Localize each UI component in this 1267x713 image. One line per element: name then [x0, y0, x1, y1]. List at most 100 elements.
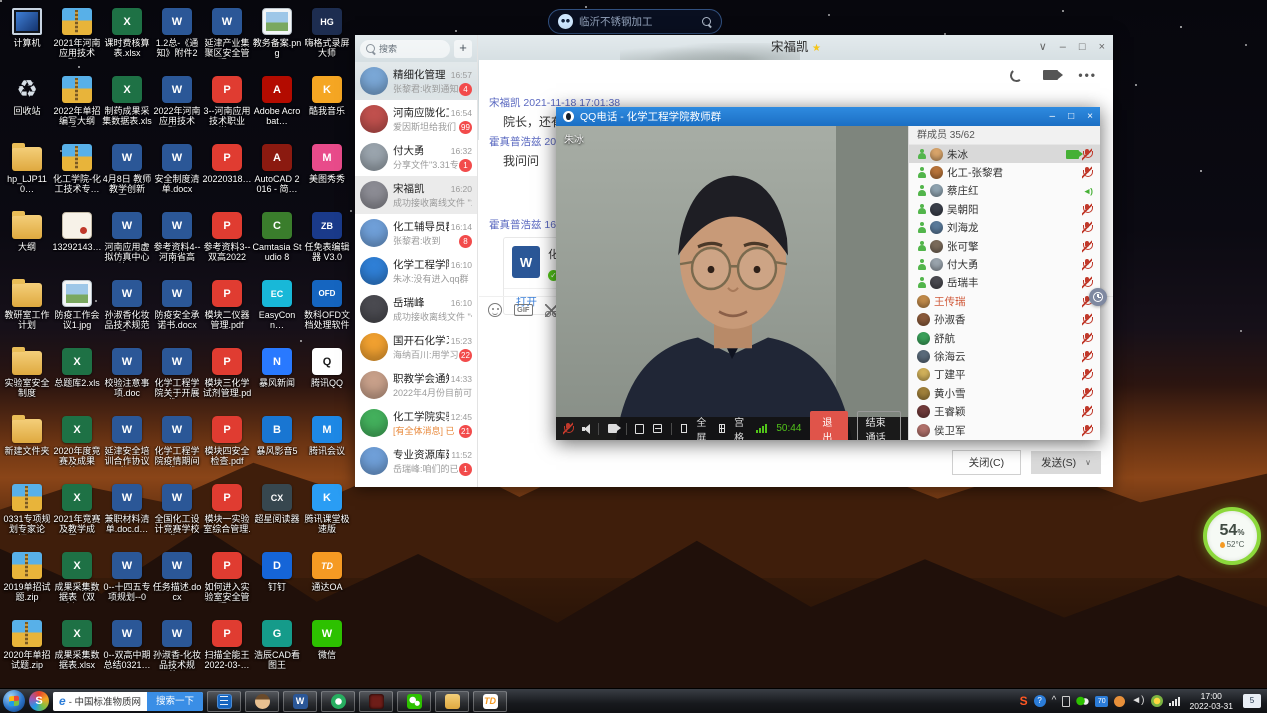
desktop-icon[interactable]: 计算机 — [2, 4, 52, 72]
desktop-icon[interactable]: hp_LJP110… — [2, 140, 52, 208]
desktop-icon[interactable]: 0331专项规划专家论证… — [2, 480, 52, 548]
desktop-icon[interactable]: B暴风影音5 — [252, 412, 302, 480]
taskbar-explorer-app[interactable] — [435, 691, 469, 712]
end-call-button[interactable]: 结束通话 — [857, 411, 901, 441]
desktop-icon[interactable]: X制药成果采集数据表.xlsx — [102, 72, 152, 140]
desktop-icon[interactable]: 2021年河南应用技术职… — [52, 4, 102, 72]
chat-list-item[interactable]: 宋福凯16:20成功接收离线文件 "1 — [355, 176, 477, 214]
member-row[interactable]: 舒航 — [909, 329, 1100, 347]
maximize-icon[interactable]: □ — [1079, 42, 1086, 53]
notification-badge[interactable]: 5 — [1243, 694, 1261, 708]
desktop-icon[interactable]: W孙淑香化妆品技术规范委… — [102, 276, 152, 344]
desktop-icon[interactable]: 2019单招试题.zip — [2, 548, 52, 616]
desktop-search-query[interactable]: 临沂不锈钢加工 — [579, 14, 696, 29]
desktop-icon[interactable]: P参考资料3--双高20220… — [202, 208, 252, 276]
green-status-tray-icon[interactable] — [1151, 695, 1163, 707]
chat-list-item[interactable]: 付大勇16:32分享文件"3.31专1 — [355, 138, 477, 176]
member-row[interactable]: 侯卫军 — [909, 421, 1100, 439]
chat-list-item[interactable]: 职教学会通知14:332022年4月份目前可 — [355, 366, 477, 404]
fullscreen-label[interactable]: 全屏 — [696, 414, 709, 441]
desktop-icon[interactable]: D钉钉 — [252, 548, 302, 616]
exit-call-button[interactable]: 退出 — [810, 411, 847, 441]
member-row[interactable]: 王传瑞 — [909, 292, 1100, 310]
desktop-icon[interactable]: K腾讯课堂极速版 — [302, 480, 352, 548]
desktop-icon[interactable]: K酷我音乐 — [302, 72, 352, 140]
performance-widget[interactable]: 54% 52°C — [1203, 507, 1261, 565]
screen-share-icon[interactable] — [635, 424, 644, 434]
taskbar-search-text[interactable]: - 中国标准物质网 — [69, 694, 147, 708]
close-button[interactable]: 关闭(C) — [952, 450, 1022, 475]
taskbar-browser-app[interactable] — [321, 691, 355, 712]
desktop-icon[interactable]: X课时费核算表.xlsx — [102, 4, 152, 72]
desktop-icon[interactable]: W任务描述.docx — [152, 548, 202, 616]
desktop-icon[interactable]: M腾讯会议 — [302, 412, 352, 480]
help-tray-icon[interactable]: ? — [1034, 695, 1046, 707]
desktop-icon[interactable]: W河南应用虚拟仿真中心建… — [102, 208, 152, 276]
chevron-down-icon[interactable]: ∨ — [1085, 458, 1091, 467]
member-row[interactable]: 刘海龙 — [909, 219, 1100, 237]
grid-label[interactable]: 宫格 — [734, 414, 747, 441]
pinwheel-app-icon[interactable]: S — [29, 691, 49, 711]
member-row[interactable]: 付大勇 — [909, 255, 1100, 273]
desktop-icon[interactable]: X2021年竞赛及教学成果… — [52, 480, 102, 548]
member-row[interactable]: 蔡庄红◄) — [909, 182, 1100, 200]
desktop-icon[interactable]: W1.2总-《通知》附件2-… — [152, 4, 202, 72]
more-options-icon[interactable]: ••• — [1078, 68, 1097, 82]
desktop-icon[interactable]: AAutoCAD 2016 - 简… — [252, 140, 302, 208]
fullscreen-icon[interactable] — [681, 424, 688, 433]
desktop-icon[interactable]: N暴风新闻 — [252, 344, 302, 412]
desktop-icon[interactable]: X成果采集数据表（双高）… — [52, 548, 102, 616]
desktop-icon[interactable]: W0--十四五专项规划--03… — [102, 548, 152, 616]
desktop-icon[interactable]: W化学工程学院疫情期间教… — [152, 412, 202, 480]
chat-history-handle[interactable] — [1089, 288, 1107, 306]
desktop-icon[interactable]: ECEasyConn… — [252, 276, 302, 344]
desktop-icon[interactable]: X成果采集数据表.xlsx — [52, 616, 102, 684]
chat-list-item[interactable]: 河南应陇化工16:54爱因斯坦给我们99 — [355, 100, 477, 138]
taskbar-media-app[interactable] — [207, 691, 241, 712]
taskbar-wechat-app[interactable] — [397, 691, 431, 712]
desktop-icon[interactable]: M美图秀秀 — [302, 140, 352, 208]
desktop-icon[interactable]: W兼职材料清单.doc.d… — [102, 480, 152, 548]
desktop-icon[interactable]: AAdobe Acrobat… — [252, 72, 302, 140]
desktop-icon[interactable]: W防疫安全承诺书.docx — [152, 276, 202, 344]
desktop-icon[interactable]: CCamtasia Studio 8 — [252, 208, 302, 276]
desktop-icon[interactable]: X总题库2.xls — [52, 344, 102, 412]
desktop-icon[interactable]: TD通达OA — [302, 548, 352, 616]
chat-list-item[interactable]: 化工学院实验12:45[有全体消息] 已21 — [355, 404, 477, 442]
orange-pet-tray-icon[interactable] — [1114, 696, 1125, 707]
desktop-icon[interactable]: 教务备案.png — [252, 4, 302, 72]
camera-icon[interactable] — [608, 424, 617, 433]
chevron-down-icon[interactable]: ∨ — [1039, 42, 1047, 53]
desktop-icon[interactable]: W4月8日 教师教学创新团… — [102, 140, 152, 208]
whiteboard-icon[interactable] — [653, 424, 662, 433]
wechat-tray-icon[interactable] — [1076, 696, 1089, 706]
desktop-icon[interactable]: X2020年度竞赛及成果统… — [52, 412, 102, 480]
desktop-icon[interactable]: W0--双高中期总结0321… — [102, 616, 152, 684]
desktop-icon[interactable]: G浩辰CAD看图王 — [252, 616, 302, 684]
close-icon[interactable]: × — [1087, 111, 1093, 122]
desktop-search-widget[interactable]: 临沂不锈钢加工 — [548, 9, 722, 34]
desktop-icon[interactable]: 2020年单招试题.zip — [2, 616, 52, 684]
close-icon[interactable]: × — [1099, 42, 1105, 53]
desktop-icon[interactable]: W参考资料4--河南省高水… — [152, 208, 202, 276]
desktop-icon[interactable]: W校验注意事项.doc — [102, 344, 152, 412]
taskbar-word-app[interactable]: W — [283, 691, 317, 712]
voice-call-icon[interactable] — [1010, 68, 1025, 83]
minimize-icon[interactable]: – — [1060, 42, 1066, 53]
desktop-icon[interactable]: W孙淑香-化妆品技术规范… — [152, 616, 202, 684]
desktop-icon[interactable]: P模块四安全检查.pdf — [202, 412, 252, 480]
desktop-icon[interactable]: W2022年河南应用技术职… — [152, 72, 202, 140]
start-button[interactable] — [3, 690, 25, 712]
send-button[interactable]: 发送(S)∨ — [1031, 451, 1101, 474]
chat-list-item[interactable]: 化工辅导员群16:14张黎君:收到8 — [355, 214, 477, 252]
member-row[interactable]: 孙淑香 — [909, 311, 1100, 329]
chat-list-item[interactable]: 化学工程学院16:10朱冰:没有进入qq群 — [355, 252, 477, 290]
member-row[interactable]: 吴朝阳 — [909, 200, 1100, 218]
desktop-icon[interactable]: P20220318… — [202, 140, 252, 208]
taskbar-search-box[interactable]: e - 中国标准物质网 搜索一下 — [53, 692, 203, 711]
chat-list-item[interactable]: 国开石化学习15:23海纳百川:用学习22 — [355, 328, 477, 366]
battery-tray-icon[interactable] — [1062, 696, 1070, 707]
desktop-icon[interactable]: W延津产业集聚区安全管理… — [202, 4, 252, 72]
add-chat-button[interactable]: + — [454, 40, 472, 58]
video-call-icon[interactable] — [1043, 70, 1058, 80]
